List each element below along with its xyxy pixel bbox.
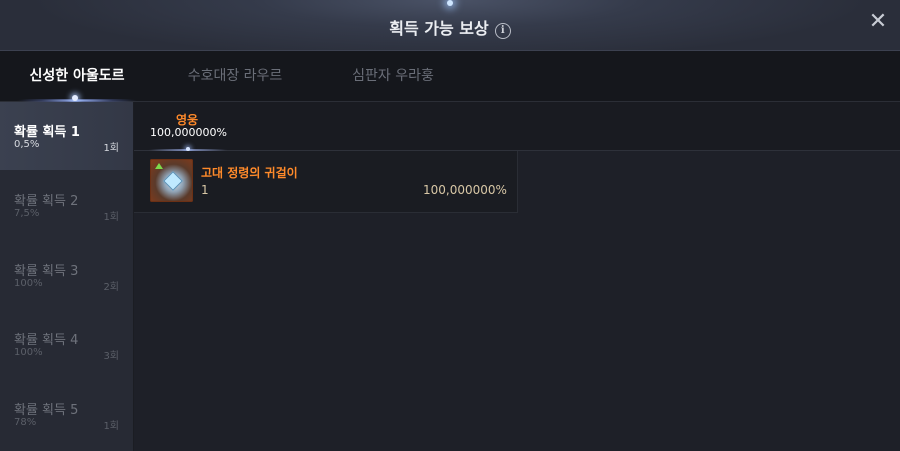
sidebar-item-3[interactable]: 확률 획득 3 100% 2회	[0, 241, 133, 309]
sidebar-item-count: 1회	[103, 212, 119, 223]
upgrade-arrow-icon	[155, 163, 163, 169]
window-titlebar: 획득 가능 보상 i ✕	[0, 0, 900, 51]
sidebar-item-4[interactable]: 확률 획득 4 100% 3회	[0, 310, 133, 378]
tab-boss-1[interactable]: 신성한 아울도르	[0, 51, 154, 101]
tab-boss-2[interactable]: 수호대장 라우르	[158, 51, 312, 101]
sidebar-item-name: 확률 획득 2	[14, 194, 79, 209]
window-title: 획득 가능 보상	[389, 19, 489, 38]
gem-icon	[163, 171, 183, 191]
reward-name: 고대 정령의 귀걸이	[201, 166, 298, 180]
titlebar-glow	[447, 0, 453, 6]
active-tab-indicator-dot	[72, 95, 78, 101]
sidebar-item-1[interactable]: 확률 획득 1 0,5% 1회	[0, 102, 133, 170]
sidebar-item-name: 확률 획득 5	[14, 403, 79, 418]
close-icon[interactable]: ✕	[866, 10, 890, 34]
earring-item-icon[interactable]	[150, 159, 193, 202]
sidebar-item-5[interactable]: 확률 획득 5 78% 1회	[0, 380, 133, 448]
grade-tab-percent: 100,000000%	[150, 126, 227, 139]
boss-tabs: 신성한 아울도르 수호대장 라우르 심판자 우라훙	[0, 51, 900, 102]
sidebar-item-name: 확률 획득 1	[14, 125, 80, 140]
reward-percent: 100,000000%	[423, 183, 507, 197]
sidebar-item-count: 2회	[103, 282, 119, 293]
sidebar-item-count: 1회	[103, 143, 119, 154]
tab-boss-3[interactable]: 심판자 우라훙	[316, 51, 470, 101]
sidebar-item-count: 1회	[103, 421, 119, 432]
sidebar-item-2[interactable]: 확률 획득 2 7,5% 1회	[0, 171, 133, 239]
reward-quantity: 1	[201, 183, 209, 197]
sidebar-item-rate: 100%	[14, 347, 43, 358]
acquisition-sidebar: 확률 획득 1 0,5% 1회 확률 획득 2 7,5% 1회 확률 획득 3 …	[0, 102, 134, 451]
grade-header	[134, 102, 900, 151]
sidebar-item-count: 3회	[103, 351, 119, 362]
window-title-wrap: 획득 가능 보상 i	[0, 15, 900, 39]
sidebar-item-name: 확률 획득 3	[14, 264, 79, 279]
sidebar-item-rate: 78%	[14, 417, 37, 428]
sidebar-item-rate: 100%	[14, 278, 43, 289]
sidebar-item-rate: 7,5%	[14, 208, 40, 219]
sidebar-item-name: 확률 획득 4	[14, 333, 79, 348]
sidebar-item-rate: 0,5%	[14, 139, 40, 150]
info-icon[interactable]: i	[494, 23, 511, 39]
